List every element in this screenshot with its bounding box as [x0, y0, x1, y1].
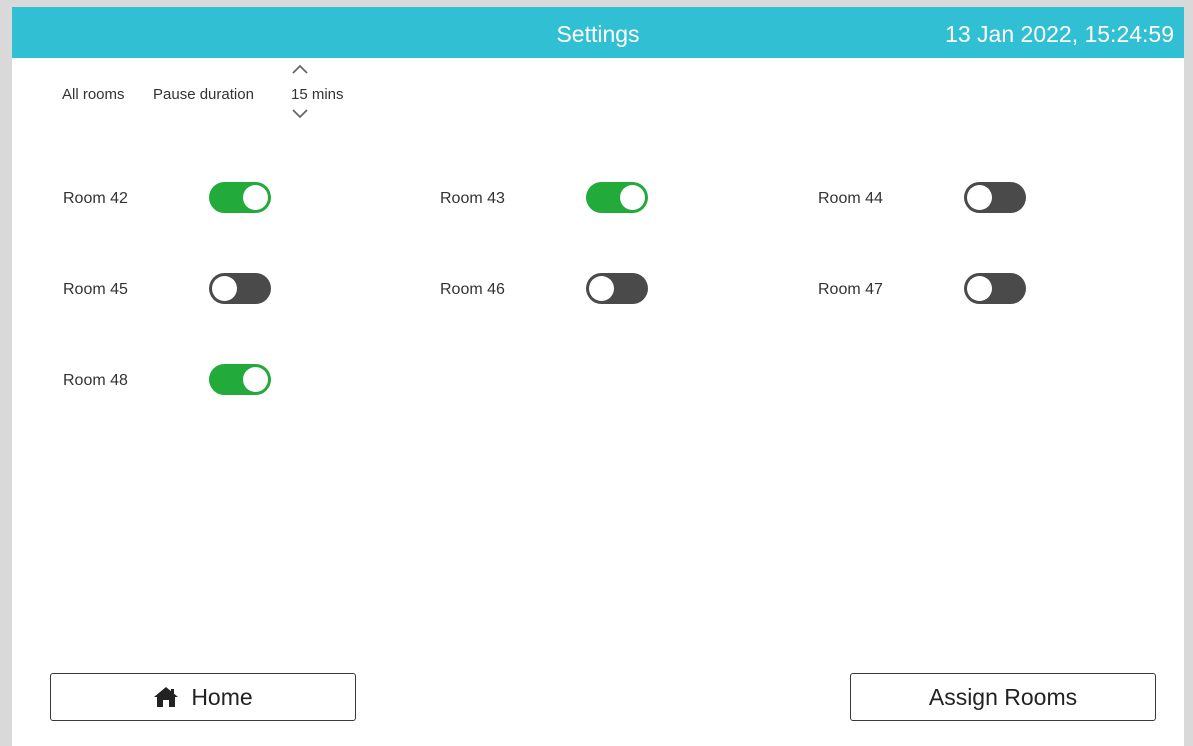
room-row: Room 43: [440, 181, 680, 217]
room-label: Room 42: [63, 190, 128, 207]
room-toggle[interactable]: [964, 273, 1026, 304]
home-label: Home: [191, 683, 253, 710]
toggle-knob: [243, 185, 268, 210]
toggle-knob: [620, 185, 645, 210]
chevron-up-icon[interactable]: [290, 62, 310, 78]
room-toggle[interactable]: [209, 182, 271, 213]
assign-rooms-label: Assign Rooms: [928, 683, 1078, 710]
datetime-display: 13 Jan 2022, 15:24:59: [945, 21, 1174, 47]
home-icon: [153, 686, 179, 708]
room-row: Room 42: [63, 181, 303, 217]
toggle-knob: [212, 276, 237, 301]
window-frame-left: [0, 0, 12, 746]
room-row: Room 44: [818, 181, 1058, 217]
room-label: Room 45: [63, 281, 128, 298]
room-label: Room 47: [818, 281, 883, 298]
room-toggle[interactable]: [209, 273, 271, 304]
toggle-knob: [967, 185, 992, 210]
toggle-knob: [967, 276, 992, 301]
room-label: Room 44: [818, 190, 883, 207]
window-frame-top: [0, 0, 1193, 7]
room-label: Room 48: [63, 372, 128, 389]
window-frame-right: [1184, 0, 1193, 746]
assign-rooms-button[interactable]: Assign Rooms: [850, 673, 1156, 721]
toggle-knob: [243, 367, 268, 392]
room-toggle[interactable]: [964, 182, 1026, 213]
chevron-down-icon[interactable]: [290, 106, 310, 122]
room-label: Room 46: [440, 281, 505, 298]
pause-duration-label: Pause duration: [153, 86, 254, 103]
header-bar: Settings 13 Jan 2022, 15:24:59: [12, 7, 1184, 58]
room-toggle[interactable]: [586, 182, 648, 213]
all-rooms-label: All rooms: [62, 86, 125, 103]
room-row: Room 48: [63, 363, 303, 399]
room-row: Room 45: [63, 272, 303, 308]
pause-duration-value: 15 mins: [291, 86, 344, 103]
toggle-knob: [589, 276, 614, 301]
pause-duration-stepper: 15 mins: [290, 60, 360, 126]
room-row: Room 47: [818, 272, 1058, 308]
room-toggle[interactable]: [586, 273, 648, 304]
room-row: Room 46: [440, 272, 680, 308]
room-label: Room 43: [440, 190, 505, 207]
home-button[interactable]: Home: [50, 673, 356, 721]
room-toggle[interactable]: [209, 364, 271, 395]
